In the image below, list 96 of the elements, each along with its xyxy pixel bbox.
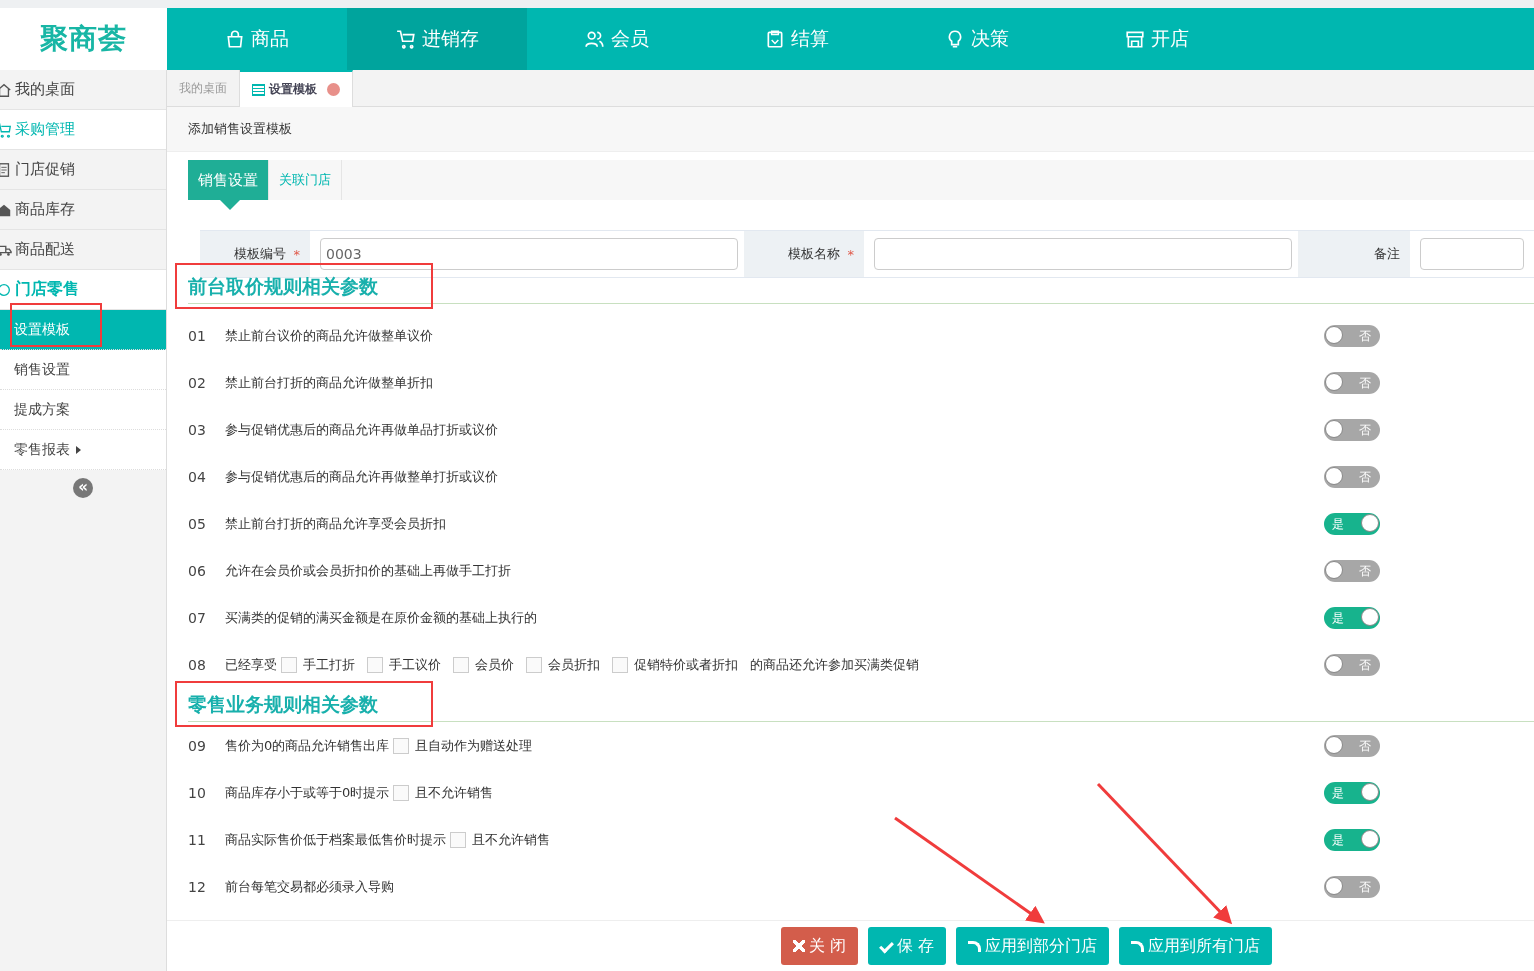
toggle-switch[interactable]: 否 [1324,734,1380,757]
checkbox-label: 手工议价 [389,655,441,674]
home-icon [0,81,12,98]
toggle-switch[interactable]: 否 [1324,559,1380,582]
nav-tab[interactable]: 进销存 [347,8,527,70]
required-mark: * [293,246,300,262]
checkbox-label: 会员折扣 [548,655,600,674]
checkbox[interactable] [281,656,297,673]
checkbox-label: 促销特价或者折扣 [634,655,738,674]
toggle-switch[interactable]: 是 [1324,606,1380,629]
list-icon [252,83,265,96]
section-title: 前台取价规则相关参数 [188,273,378,299]
checkbox[interactable] [393,737,410,754]
setting-label: 商品实际售价低于档案最低售价时提示 [225,830,446,849]
setting-label: 买满类的促销的满买金额是在原价金额的基础上执行的 [225,608,537,627]
field-label: 备注 [1374,245,1400,263]
clipboard-icon [765,29,785,49]
setting-label: 售价为0的商品允许销售出库 [225,736,390,755]
toggle-switch[interactable]: 是 [1324,781,1380,804]
document-icon [0,161,12,178]
submenu-item[interactable]: 提成方案 [0,390,166,430]
row-number: 03 [188,421,207,438]
nav-tab[interactable]: 商品 [167,8,347,70]
tab[interactable]: 关联门店 [269,160,342,200]
tab[interactable]: 设置模板 [240,70,353,107]
apply-button[interactable]: 应用到所有门店 [1119,927,1273,965]
section-title: 零售业务规则相关参数 [188,691,378,717]
cart-icon [395,29,416,49]
checkbox[interactable] [612,656,628,673]
row-number: 04 [188,468,207,485]
page-title: 添加销售设置模板 [167,107,1534,152]
row-number: 10 [188,784,207,801]
nav-tab[interactable]: 决策 [887,8,1067,70]
checkbox[interactable] [367,656,383,673]
checkbox-label: 且不允许销售 [415,783,494,802]
submenu-item[interactable]: 零售报表 [0,430,166,470]
setting-label: 参与促销优惠后的商品允许再做单品打折或议价 [225,420,498,439]
checkbox[interactable] [453,656,469,673]
setting-label: 前台每笔交易都必须录入导购 [225,877,394,896]
required-mark: * [847,246,854,262]
field-label: 模板名称 [787,245,840,263]
row-number: 09 [188,737,207,754]
row-number: 06 [188,562,207,579]
toggle-switch[interactable]: 否 [1324,653,1380,676]
field-label: 模板编号 [233,245,286,263]
sidebar-item[interactable]: 商品库存 [0,190,166,230]
input-field[interactable] [1420,238,1524,270]
input-field[interactable]: 0003 [320,238,738,270]
row-number: 08 [188,656,207,673]
row-number: 05 [188,515,207,532]
submenu-item[interactable]: 设置模板 [0,310,166,350]
toggle-switch[interactable]: 否 [1324,465,1380,488]
sidebar-item[interactable]: 门店零售 [0,270,166,310]
sidebar-item[interactable]: 采购管理 [0,110,166,150]
checkbox[interactable] [450,831,466,848]
setting-label: 禁止前台议价的商品允许做整单议价 [225,326,433,345]
checkbox[interactable] [393,784,410,801]
row-number: 12 [188,878,207,895]
sidebar-item[interactable]: 门店促销 [0,150,166,190]
setting-label: 禁止前台打折的商品允许享受会员折扣 [225,514,446,533]
setting-label: 的商品还允许参加买满类促销 [750,655,919,674]
submenu-item[interactable]: 销售设置 [0,350,166,390]
row-number: 02 [188,374,207,391]
toggle-switch[interactable]: 是 [1324,512,1380,535]
bag-icon [225,29,245,49]
row-number: 01 [188,327,207,344]
tab-pointer [220,200,240,210]
checkbox[interactable] [526,656,542,673]
checkbox-label: 手工打折 [303,655,355,674]
row-number: 11 [188,831,207,848]
close-icon[interactable] [327,83,340,96]
row-number: 07 [188,609,207,626]
nav-tab[interactable]: 结算 [707,8,887,70]
nav-tab[interactable]: 开店 [1067,8,1247,70]
setting-label: 参与促销优惠后的商品允许再做整单打折或议价 [225,467,498,486]
collapse-button[interactable]: « [73,478,93,498]
shop-icon [1125,29,1145,49]
setting-label: 允许在会员价或会员折扣价的基础上再做手工打折 [225,561,511,580]
toggle-switch[interactable]: 否 [1324,875,1380,898]
save-button[interactable]: 保 存 [868,927,947,965]
app-logo: 聚商荟 [39,21,128,57]
toggle-switch[interactable]: 否 [1324,371,1380,394]
checkbox-label: 且不允许销售 [472,830,550,849]
toggle-switch[interactable]: 是 [1324,828,1380,851]
toggle-switch[interactable]: 否 [1324,324,1380,347]
setting-label: 商品库存小于或等于0时提示 [225,783,390,802]
input-field[interactable] [874,238,1292,270]
setting-label: 禁止前台打折的商品允许做整单折扣 [225,373,433,392]
checkbox-label: 且自动作为赠送处理 [415,736,533,755]
people-icon [585,29,605,49]
setting-label: 已经享受 [225,655,277,674]
checkbox-label: 会员价 [475,655,514,674]
toggle-switch[interactable]: 否 [1324,418,1380,441]
nav-tab[interactable]: 会员 [527,8,707,70]
apply-button[interactable]: 应用到部分门店 [956,927,1110,965]
close-button[interactable]: 关 闭 [781,927,859,965]
